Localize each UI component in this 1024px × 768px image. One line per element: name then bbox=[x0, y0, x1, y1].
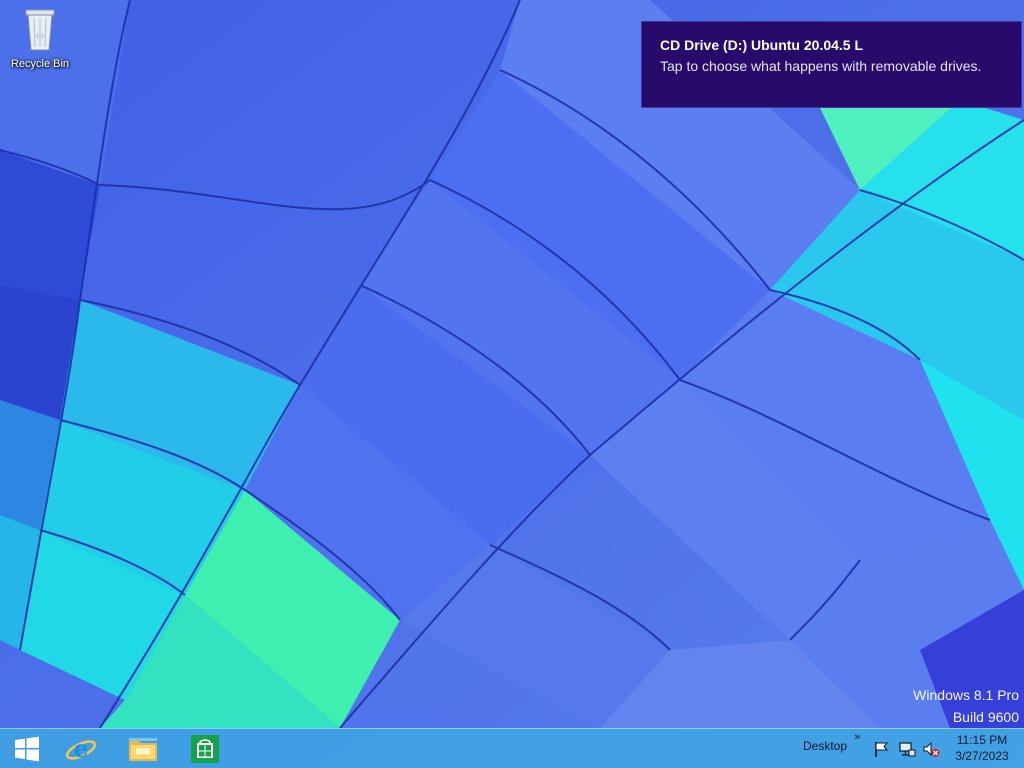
recycle-bin-shortcut[interactable]: Recycle Bin bbox=[4, 6, 76, 76]
file-explorer-button[interactable] bbox=[116, 729, 170, 768]
desktop-toolbar-label[interactable]: Desktop bbox=[803, 739, 847, 753]
notification-title: CD Drive (D:) Ubuntu 20.04.5 L bbox=[660, 37, 864, 53]
svg-text:e: e bbox=[73, 734, 88, 763]
windows-start-icon bbox=[15, 736, 39, 762]
start-button[interactable] bbox=[0, 729, 54, 768]
store-icon bbox=[191, 735, 219, 763]
file-explorer-icon bbox=[129, 738, 157, 761]
internet-explorer-button[interactable]: e bbox=[54, 729, 108, 768]
autoplay-notification[interactable]: CD Drive (D:) Ubuntu 20.04.5 L Tap to ch… bbox=[641, 21, 1022, 108]
desktop[interactable]: Recycle Bin CD Drive (D:) Ubuntu 20.04.5… bbox=[0, 0, 1024, 768]
clock-time: 11:15 PM bbox=[956, 733, 1008, 747]
network-icon[interactable] bbox=[898, 740, 916, 758]
action-center-flag-icon[interactable] bbox=[873, 740, 891, 758]
recycle-bin-icon bbox=[25, 9, 55, 51]
store-button[interactable] bbox=[178, 729, 232, 768]
volume-muted-icon[interactable] bbox=[922, 740, 940, 758]
watermark-edition: Windows 8.1 Pro bbox=[913, 687, 1019, 703]
taskbar[interactable]: e Desktop » 11:15 PM 3/27/2023 bbox=[0, 728, 1024, 768]
notification-message: Tap to choose what happens with removabl… bbox=[660, 58, 982, 74]
wallpaper-balloon bbox=[0, 0, 1024, 768]
clock-date: 3/27/2023 bbox=[955, 749, 1009, 763]
toolbar-chevron-icon[interactable]: » bbox=[854, 730, 861, 743]
watermark-build: Build 9600 bbox=[952, 709, 1019, 725]
internet-explorer-icon: e bbox=[65, 734, 97, 763]
windows-build-watermark: Windows 8.1 Pro Build 9600 bbox=[913, 684, 1019, 728]
recycle-bin-label: Recycle Bin bbox=[10, 58, 70, 70]
taskbar-clock[interactable]: 11:15 PM 3/27/2023 bbox=[950, 732, 1014, 764]
